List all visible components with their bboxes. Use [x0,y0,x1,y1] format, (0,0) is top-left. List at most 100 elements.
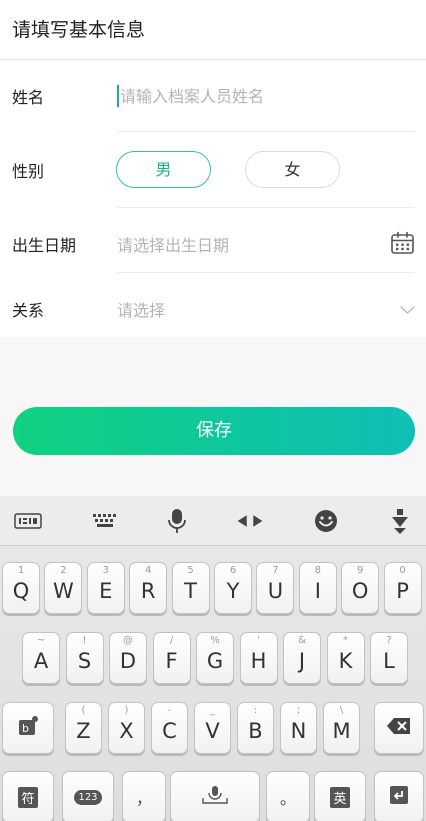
birthdate-picker[interactable]: 请选择出生日期 [117,232,229,256]
relation-row[interactable]: 关系 请选择 [0,273,426,337]
relation-select[interactable]: 请选择 [117,297,165,321]
key-label: J [298,649,306,673]
emoji-icon[interactable] [312,509,340,533]
keyboard-toolbar [0,496,426,546]
key-label: B [248,719,263,743]
key-y[interactable]: 6Y [214,562,252,614]
key-label: K [338,649,353,673]
key-d[interactable]: @ D [109,632,147,684]
key-label: Z [76,719,91,743]
comma-key[interactable]: ， [122,771,166,821]
key-secondary-label: % [210,635,220,646]
key-w[interactable]: 2W [44,562,83,614]
period-key[interactable]: 。 [266,771,310,821]
key-j[interactable]: & J [283,632,321,684]
key-secondary-label: 6 [229,565,237,576]
language-switch-key[interactable]: 英 [314,771,366,821]
key-z[interactable]: (Z [65,702,102,754]
gender-row: 性别 男 女 [0,132,426,208]
key-h[interactable]: ' H [239,632,278,684]
key-t[interactable]: 5T [171,562,210,614]
key-secondary-label: 7 [272,565,279,576]
shift-key[interactable]: b [2,702,54,754]
backspace-key[interactable] [374,702,424,754]
key-r[interactable]: 4R [129,562,168,614]
key-label: R [140,579,156,603]
chevron-down-icon[interactable] [399,301,416,314]
key-label: D [119,649,137,673]
key-secondary-label: - [167,705,172,716]
key-secondary-label: ; [296,705,301,716]
key-secondary-label: ? [386,635,392,646]
key-m[interactable]: \ M [323,702,360,754]
enter-key[interactable] [374,771,424,821]
key-q[interactable]: 1Q [2,562,40,614]
key-i[interactable]: 8I [298,562,337,614]
key-label: L [383,649,395,673]
key-c[interactable]: -C [151,702,188,754]
svg-text:b: b [22,722,29,735]
gender-male-option[interactable]: 男 [116,151,211,188]
key-label: P [396,579,409,603]
key-p[interactable]: 0P [383,562,422,614]
save-button[interactable]: 保存 [13,407,415,455]
key-secondary-label: _ [210,705,215,716]
key-secondary-label: 3 [102,565,109,576]
key-u[interactable]: 7U [256,562,295,614]
key-label: F [165,649,178,673]
name-input[interactable] [117,83,407,109]
key-l[interactable]: ? L [370,632,408,684]
key-label: M [332,719,351,743]
key-label: U [267,579,284,603]
shift-icon: b [17,715,39,741]
gender-female-option[interactable]: 女 [245,151,340,188]
microphone-icon[interactable] [163,509,191,533]
birthdate-label: 出生日期 [12,236,77,255]
key-e[interactable]: 3E [86,562,125,614]
comma-key-label: ， [135,789,152,808]
key-label: I [314,579,321,603]
key-label: N [290,719,307,743]
birthdate-row[interactable]: 出生日期 请选择出生日期 [0,208,426,273]
key-secondary-label: @ [123,635,133,646]
symbols-key-label: 符 [18,786,38,808]
key-secondary-label: : [253,705,258,716]
key-secondary-label: ! [82,635,87,646]
gender-label: 性别 [12,162,45,181]
calendar-icon[interactable] [390,231,415,255]
keyboard-icon[interactable] [91,509,119,533]
key-secondary-label: ~ [36,635,46,646]
key-secondary-label: ) [124,705,129,716]
key-secondary-label: ( [81,705,86,716]
key-label: V [205,719,220,743]
ime-logo-icon[interactable] [14,509,42,533]
key-secondary-label: * [343,635,348,646]
space-key[interactable] [170,771,260,821]
key-secondary-label: ' [257,635,260,646]
key-a[interactable]: ~ A [22,632,60,684]
symbols-key[interactable]: 符 [2,771,54,821]
relation-label: 关系 [12,301,45,320]
key-secondary-label: & [298,635,306,646]
collapse-keyboard-icon[interactable] [386,509,414,534]
key-f[interactable]: / F [152,632,191,684]
key-s[interactable]: ! S [65,632,104,684]
key-n[interactable]: ; N [280,702,317,754]
key-secondary-label: 0 [399,565,406,576]
key-x[interactable]: ) X [108,702,145,754]
cursor-arrows-icon[interactable] [236,509,264,533]
key-g[interactable]: % G [196,632,234,684]
numbers-key[interactable]: 123 [62,771,114,821]
basic-info-form: 姓名 性别 男 女 出生日期 请选择出生日期 [0,61,426,337]
key-o[interactable]: 9O [341,562,380,614]
name-label: 姓名 [12,88,45,107]
key-secondary-label: 9 [357,565,364,576]
enter-icon [388,784,410,810]
key-label: T [184,579,197,603]
key-k[interactable]: * K [326,632,365,684]
key-v[interactable]: _ V [194,702,231,754]
key-label: C [162,719,177,743]
key-secondary-label: \ [339,705,344,716]
key-label: A [33,649,49,673]
key-b[interactable]: :B [237,702,274,754]
